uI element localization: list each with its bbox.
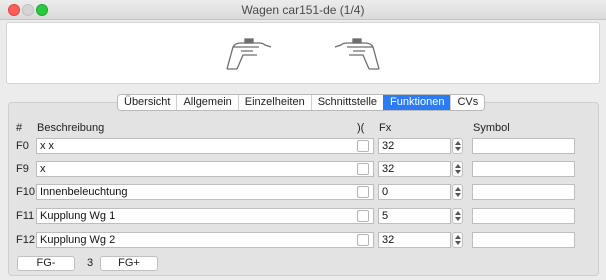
- symbol-field[interactable]: [472, 138, 575, 154]
- fx-stepper[interactable]: [452, 184, 463, 200]
- fx-field[interactable]: 32: [378, 138, 451, 154]
- fx-field[interactable]: 0: [378, 184, 451, 200]
- tab-einzelheiten[interactable]: Einzelheiten: [237, 95, 311, 110]
- tab-schnittstelle[interactable]: Schnittstelle: [310, 95, 384, 110]
- wagon-preview: [6, 22, 600, 84]
- fx-field[interactable]: 32: [378, 161, 451, 177]
- header-symbol: Symbol: [473, 122, 510, 134]
- tab-bar: Übersicht Allgemein Einzelheiten Schnitt…: [117, 94, 486, 111]
- fx-field[interactable]: 32: [378, 232, 451, 248]
- tab-uebersicht[interactable]: Übersicht: [118, 95, 177, 110]
- fx-stepper[interactable]: [452, 232, 463, 248]
- toggle-checkbox[interactable]: [357, 234, 369, 246]
- toggle-checkbox[interactable]: [357, 186, 369, 198]
- fx-field[interactable]: 5: [378, 208, 451, 224]
- header-fx: Fx: [379, 122, 392, 134]
- function-group-number: 3: [87, 257, 94, 269]
- fg-plus-button[interactable]: FG+: [100, 256, 158, 271]
- description-field[interactable]: Kupplung Wg 2: [36, 232, 374, 248]
- wagon-image-icon: [226, 38, 380, 70]
- fx-stepper[interactable]: [452, 161, 463, 177]
- function-label: F9: [16, 163, 29, 175]
- symbol-field[interactable]: [472, 161, 575, 177]
- header-toggle: )(: [357, 122, 365, 134]
- fg-minus-button[interactable]: FG-: [17, 256, 75, 271]
- function-label: F0: [16, 140, 29, 152]
- window-title: Wagen car151-de (1/4): [241, 3, 365, 17]
- symbol-field[interactable]: [472, 184, 575, 200]
- function-label: F11: [16, 210, 35, 222]
- description-field[interactable]: Kupplung Wg 1: [36, 208, 374, 224]
- function-label: F12: [16, 234, 35, 246]
- description-field[interactable]: Innenbeleuchtung: [36, 184, 374, 200]
- toggle-checkbox[interactable]: [357, 210, 369, 222]
- tab-allgemein[interactable]: Allgemein: [176, 95, 238, 110]
- fx-stepper[interactable]: [452, 138, 463, 154]
- function-label: F10: [16, 186, 35, 198]
- symbol-field[interactable]: [472, 232, 575, 248]
- title-bar: Wagen car151-de (1/4): [0, 0, 606, 20]
- header-description: Beschreibung: [37, 122, 105, 134]
- toggle-checkbox[interactable]: [357, 163, 369, 175]
- description-field[interactable]: x x: [36, 138, 374, 154]
- description-field[interactable]: x: [36, 161, 374, 177]
- header-number: #: [16, 122, 23, 134]
- symbol-field[interactable]: [472, 208, 575, 224]
- tab-cvs[interactable]: CVs: [450, 95, 485, 110]
- toggle-checkbox[interactable]: [357, 140, 369, 152]
- tab-funktionen[interactable]: Funktionen: [383, 95, 451, 110]
- fx-stepper[interactable]: [452, 208, 463, 224]
